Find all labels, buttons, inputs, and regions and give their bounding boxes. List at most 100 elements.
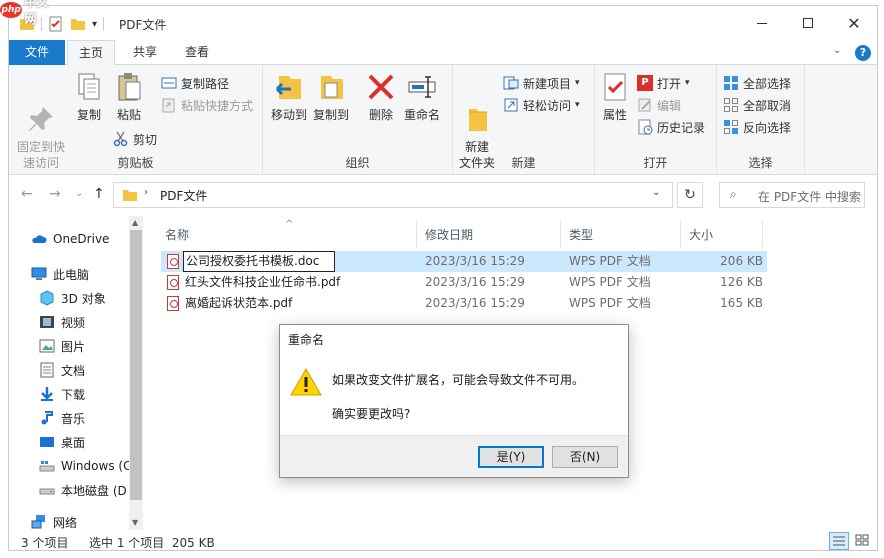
- up-arrow-icon[interactable]: ↑: [93, 186, 105, 202]
- select-group: 全部选择 全部取消 反向选择 选择: [717, 65, 805, 175]
- address-path[interactable]: PDF文件: [160, 187, 207, 204]
- pdf-file-icon: [167, 254, 179, 269]
- nav-item-drive-d[interactable]: 本地磁盘 (D: [39, 479, 129, 501]
- paste-button[interactable]: 粘贴: [111, 71, 147, 123]
- invert-selection-label: 反向选择: [743, 120, 792, 135]
- new-folder-qat-icon[interactable]: [70, 16, 86, 32]
- item-count: 3 个项目: [21, 536, 69, 550]
- column-header-type[interactable]: 类型: [563, 221, 681, 249]
- file-row[interactable]: 离婚起诉状范本.pdf 2023/3/16 15:29 WPS PDF 文档 1…: [161, 293, 767, 314]
- warning-icon: [290, 367, 322, 396]
- tab-share[interactable]: 共享: [121, 40, 169, 65]
- organize-group-label: 组织: [345, 156, 370, 170]
- sort-ascending-icon: ^: [285, 219, 294, 230]
- no-button[interactable]: 否(N): [552, 446, 618, 468]
- nav-item-music[interactable]: 音乐: [39, 407, 85, 429]
- forward-arrow-icon[interactable]: →: [49, 186, 61, 202]
- select-all-label: 全部选择: [743, 76, 792, 91]
- details-view-button[interactable]: [829, 532, 849, 550]
- nav-item-documents[interactable]: 文档: [39, 359, 85, 381]
- easy-access-label: 轻松访问: [523, 98, 572, 113]
- search-placeholder: 在 PDF文件 中搜索: [758, 190, 862, 204]
- this-pc-icon: [31, 266, 47, 282]
- copy-button[interactable]: 复制: [71, 71, 107, 123]
- qat-dropdown-icon[interactable]: ▾: [92, 19, 97, 30]
- scissors-icon: [113, 131, 129, 147]
- title-bar: ▾ PDF文件 ✕: [9, 6, 877, 40]
- wps-pdf-icon: P: [637, 75, 653, 91]
- nav-item-downloads[interactable]: 下载: [39, 383, 85, 405]
- rename-input[interactable]: 公司授权委托书模板.doc: [183, 251, 335, 272]
- cut-button[interactable]: 剪切: [113, 129, 157, 149]
- delete-icon: [365, 71, 397, 103]
- nav-item-desktop[interactable]: 桌面: [39, 431, 85, 453]
- nav-item-this-pc[interactable]: 此电脑: [31, 263, 89, 285]
- edit-button[interactable]: 编辑: [637, 95, 681, 115]
- copy-path-button[interactable]: 复制路径: [161, 73, 229, 93]
- scroll-up-icon[interactable]: ▲: [132, 218, 138, 227]
- new-group: 新建 文件夹 新建项目 ▾ 轻松访问 ▾ 新建: [453, 65, 595, 175]
- copy-to-button[interactable]: 复制到: [311, 71, 351, 123]
- address-folder-icon: [123, 190, 137, 201]
- nav-item-label: 桌面: [61, 435, 86, 450]
- nav-item-pictures[interactable]: 图片: [39, 335, 85, 357]
- refresh-button[interactable]: ↻: [677, 182, 703, 208]
- yes-button[interactable]: 是(Y): [478, 446, 544, 468]
- move-to-icon: [273, 71, 305, 103]
- nav-item-onedrive[interactable]: OneDrive: [31, 228, 109, 250]
- large-icons-view-button[interactable]: [853, 532, 873, 550]
- rename-button[interactable]: 重命名: [401, 71, 443, 123]
- back-arrow-icon[interactable]: ←: [21, 186, 33, 202]
- open-button[interactable]: P 打开 ▾: [637, 73, 690, 93]
- large-icons-view-icon: [855, 534, 869, 546]
- paste-shortcut-button[interactable]: 粘贴快捷方式: [161, 95, 253, 115]
- music-icon: [39, 410, 55, 426]
- nav-item-drive-c[interactable]: Windows (C: [39, 455, 129, 477]
- new-item-button[interactable]: 新建项目 ▾: [503, 73, 580, 93]
- column-name-label: 名称: [165, 228, 190, 242]
- details-view-icon: [833, 536, 845, 546]
- downloads-icon: [39, 386, 55, 402]
- tab-file[interactable]: 文件: [9, 40, 65, 65]
- nav-pane-scroll-thumb[interactable]: [130, 230, 142, 500]
- copy-to-icon: [315, 71, 347, 103]
- collapse-ribbon-icon[interactable]: ⌄: [833, 45, 841, 56]
- select-none-button[interactable]: 全部取消: [723, 95, 791, 115]
- properties-button[interactable]: 属性: [599, 71, 631, 123]
- scroll-down-icon[interactable]: ▼: [132, 518, 138, 527]
- easy-access-icon: [503, 97, 519, 113]
- minimize-button[interactable]: [739, 6, 785, 40]
- clipboard-group-label: 剪贴板: [117, 156, 154, 170]
- file-row[interactable]: 红头文件科技企业任命书.pdf 2023/3/16 15:29 WPS PDF …: [161, 272, 767, 293]
- nav-item-3d-objects[interactable]: 3D 对象: [39, 287, 106, 309]
- maximize-button[interactable]: [785, 6, 831, 40]
- easy-access-button[interactable]: 轻松访问 ▾: [503, 95, 580, 115]
- search-box[interactable]: ⌕ 在 PDF文件 中搜索: [719, 182, 865, 208]
- address-dropdown-icon[interactable]: ⌄: [652, 187, 660, 198]
- move-to-button[interactable]: 移动到: [269, 71, 309, 123]
- select-all-button[interactable]: 全部选择: [723, 73, 791, 93]
- column-header-name[interactable]: 名称 ^: [159, 219, 417, 249]
- history-button[interactable]: 历史记录: [637, 117, 705, 137]
- column-header-size[interactable]: 大小: [683, 221, 763, 249]
- maximize-icon: [803, 18, 813, 28]
- address-bar[interactable]: › PDF文件 ⌄: [113, 182, 673, 208]
- nav-item-videos[interactable]: 视频: [39, 311, 85, 333]
- file-date: 2023/3/16 15:29: [425, 254, 525, 268]
- pdf-file-icon: [167, 296, 179, 311]
- drive-d-icon: [39, 482, 55, 498]
- tab-home[interactable]: 主页: [67, 40, 115, 66]
- recent-locations-icon[interactable]: ⌄: [75, 188, 83, 199]
- copy-label: 复制: [76, 108, 101, 122]
- help-icon[interactable]: ?: [855, 45, 871, 61]
- properties-icon: [599, 71, 631, 103]
- ribbon-tabs: 文件 主页 共享 查看 ⌄ ?: [9, 40, 877, 66]
- tab-view[interactable]: 查看: [173, 40, 221, 65]
- nav-item-label: 图片: [61, 339, 86, 354]
- delete-button[interactable]: 删除: [365, 71, 397, 123]
- column-header-date[interactable]: 修改日期: [419, 221, 561, 249]
- file-row[interactable]: 公司授权委托书模板.doc 2023/3/16 15:29 WPS PDF 文档…: [161, 251, 767, 272]
- close-button[interactable]: ✕: [831, 6, 877, 40]
- organize-group: 移动到 复制到 删除 重命名 组织: [263, 65, 453, 175]
- invert-selection-button[interactable]: 反向选择: [723, 117, 791, 137]
